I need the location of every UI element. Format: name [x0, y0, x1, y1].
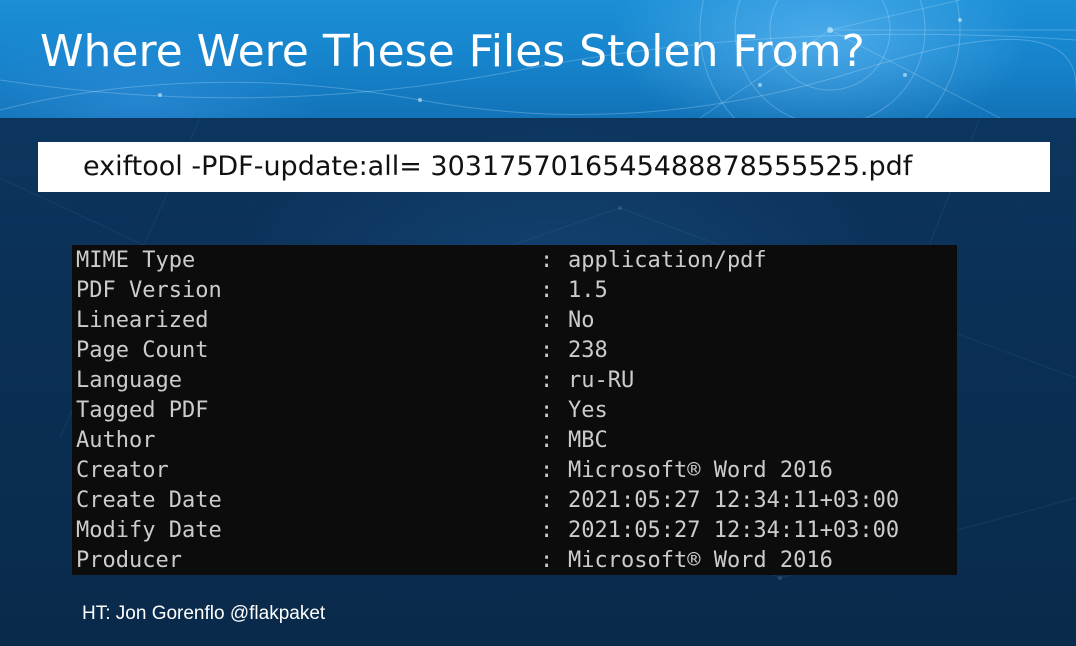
metadata-value: 1.5 [568, 278, 608, 303]
metadata-key: Create Date [76, 488, 222, 513]
metadata-value: Microsoft® Word 2016 [568, 548, 833, 573]
page-title: Where Were These Files Stolen From? [40, 26, 865, 77]
metadata-separator: : [540, 548, 554, 573]
metadata-separator: : [540, 458, 554, 483]
metadata-key: Author [76, 428, 156, 453]
metadata-separator: : [540, 488, 554, 513]
metadata-value: application/pdf [568, 248, 767, 273]
metadata-separator: : [540, 308, 554, 333]
metadata-value: 2021:05:27 12:34:11+03:00 [568, 488, 900, 513]
metadata-key: Producer [76, 548, 182, 573]
metadata-key: Linearized [76, 308, 209, 333]
metadata-key: PDF Version [76, 278, 222, 303]
metadata-value: 2021:05:27 12:34:11+03:00 [568, 518, 900, 543]
metadata-separator: : [540, 518, 554, 543]
metadata-value: Yes [568, 398, 608, 423]
metadata-value: 238 [568, 338, 608, 363]
metadata-key: Tagged PDF [76, 398, 209, 423]
exiftool-command: exiftool -PDF-update:all= 30317570165454… [83, 151, 913, 182]
metadata-value: Microsoft® Word 2016 [568, 458, 833, 483]
metadata-separator: : [540, 428, 554, 453]
metadata-key: MIME Type [76, 248, 196, 273]
credit-text: HT: Jon Gorenflo @flakpaket [82, 603, 326, 624]
metadata-value: MBC [568, 428, 608, 453]
metadata-separator: : [540, 248, 554, 273]
metadata-key: Language [76, 368, 182, 393]
metadata-key: Page Count [76, 338, 209, 363]
metadata-key: Creator [76, 458, 169, 483]
metadata-separator: : [540, 338, 554, 363]
metadata-value: No [568, 308, 595, 333]
terminal-output: MIME Type: application/pdf PDF Version:1.5… [72, 245, 957, 575]
command-box: exiftool -PDF-update:all= 30317570165454… [38, 142, 1050, 192]
metadata-value: ru-RU [568, 368, 635, 393]
title-banner: Where Were These Files Stolen From? [0, 0, 1076, 118]
metadata-separator: : [540, 278, 554, 303]
slide: Where Were These Files Stolen From? exif… [0, 0, 1076, 646]
metadata-key: Modify Date [76, 518, 222, 543]
metadata-separator: : [540, 368, 554, 393]
metadata-separator: : [540, 398, 554, 423]
